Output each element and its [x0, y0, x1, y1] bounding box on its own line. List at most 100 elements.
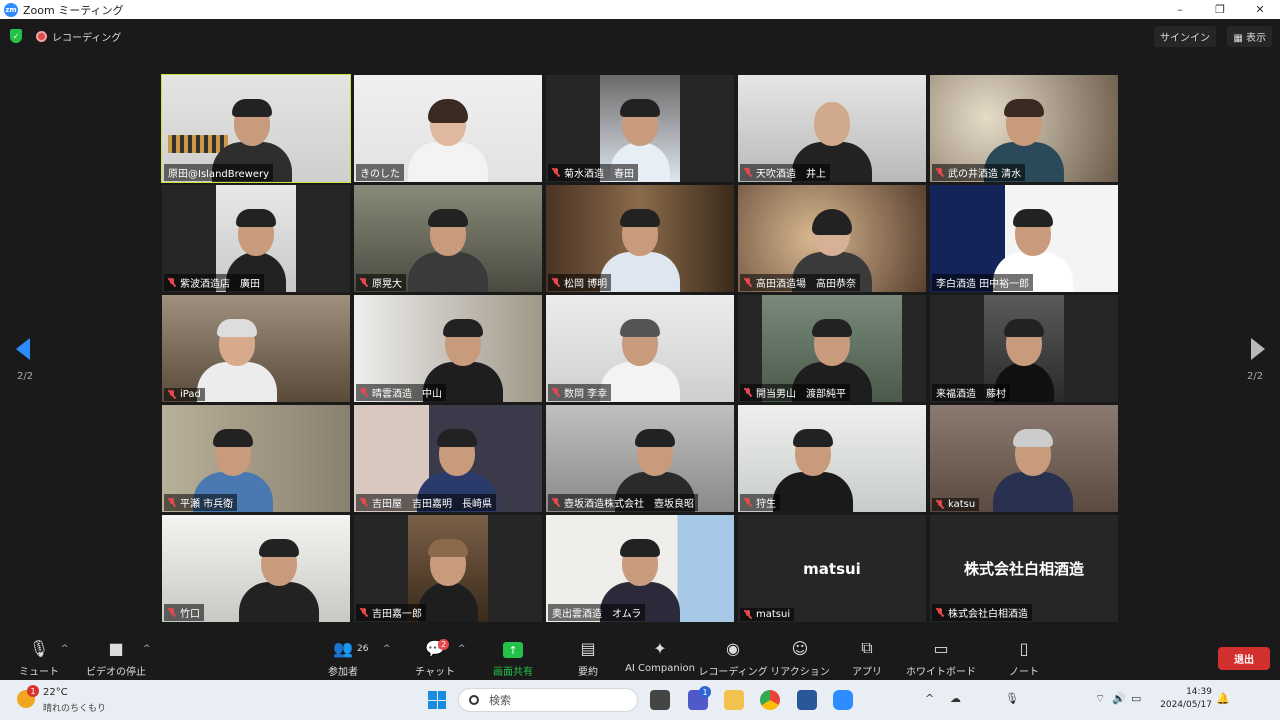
video-tile[interactable]: 奥出雲酒造 オムラ [546, 515, 734, 622]
share-screen-icon: ↑ [503, 642, 523, 658]
whiteboard-button[interactable]: ▭ ホワイトボード [906, 636, 976, 680]
muted-icon [360, 278, 368, 287]
microphone-icon: 🎙 [28, 639, 50, 658]
leave-button[interactable]: 退出 [1218, 647, 1270, 670]
participant-name: 紫波酒造店 廣田 [180, 279, 260, 290]
ai-companion-button[interactable]: ✦ AI Companion [625, 636, 695, 680]
task-view-icon[interactable] [650, 690, 670, 710]
signin-button[interactable]: サインイン [1154, 26, 1216, 47]
chat-options-caret[interactable]: ^ [458, 644, 466, 654]
video-tile[interactable]: 高田酒造場 高田恭奈 [738, 185, 926, 292]
apps-button[interactable]: ⧉ アプリ [852, 636, 882, 680]
search-placeholder: 検索 [489, 694, 511, 707]
participant-name: 開当男山 渡部純平 [756, 389, 846, 400]
video-tile[interactable]: 吉田嘉一郎 [354, 515, 542, 622]
video-tile[interactable]: matsui matsui [738, 515, 926, 622]
cloud-icon[interactable]: ☁ [950, 692, 961, 705]
video-tile[interactable]: 原晃大 [354, 185, 542, 292]
participants-button[interactable]: 👥 参加者 [324, 636, 362, 680]
video-tile[interactable]: 平瀬 市兵衛 [162, 405, 350, 512]
participant-name: 吉田屋 吉田嘉明 長崎県 [372, 499, 492, 510]
video-tile[interactable]: 数岡 李幸 [546, 295, 734, 402]
close-button[interactable]: ✕ [1240, 0, 1280, 19]
video-tile[interactable]: 李白酒造 田中裕一郎 [930, 185, 1118, 292]
prev-page-arrow[interactable] [16, 338, 30, 360]
mute-button[interactable]: 🎙 ミュート [19, 636, 59, 680]
maximize-button[interactable]: ❐ [1200, 0, 1240, 19]
muted-icon [744, 610, 752, 619]
muted-icon [552, 278, 560, 287]
chat-unread-badge: 2 [438, 639, 450, 650]
zoom-taskbar-icon[interactable] [833, 690, 853, 710]
mic-tray-icon[interactable]: 🎙 [1005, 692, 1019, 705]
stop-video-button[interactable]: ■ ビデオの停止 [86, 636, 146, 680]
video-tile[interactable]: 株式会社白相酒造 株式会社白相酒造 [930, 515, 1118, 622]
search-icon [469, 695, 479, 705]
recording-status[interactable]: レコーディング [52, 29, 121, 44]
video-tile[interactable]: 菊水酒造 春田 [546, 75, 734, 182]
ai-companion-label: AI Companion [625, 663, 695, 674]
volume-icon[interactable]: 🔊 [1112, 692, 1126, 705]
video-tile[interactable]: 武の井酒造 清水 [930, 75, 1118, 182]
video-tile[interactable]: katsu [930, 405, 1118, 512]
video-tile[interactable]: 開当男山 渡部純平 [738, 295, 926, 402]
video-label: ビデオの停止 [86, 667, 146, 678]
participants-label: 参加者 [328, 667, 358, 678]
participant-name: 数岡 李幸 [564, 389, 608, 400]
grid-icon: ▦ [1233, 33, 1246, 44]
summary-button[interactable]: ▤ 要約 [570, 636, 606, 680]
windows-start-icon[interactable] [428, 691, 446, 709]
muted-icon [360, 388, 368, 397]
share-screen-button[interactable]: ↑ 画面共有 [488, 636, 538, 680]
video-tile[interactable]: 吉田屋 吉田嘉明 長崎県 [354, 405, 542, 512]
video-tile[interactable]: 紫波酒造店 廣田 [162, 185, 350, 292]
teams-badge: 1 [699, 686, 711, 698]
reaction-button[interactable]: ☺ リアクション [770, 636, 830, 680]
battery-icon[interactable]: ▭ [1131, 692, 1141, 705]
next-page-arrow[interactable] [1251, 338, 1265, 360]
notes-icon: ▯ [1019, 639, 1029, 658]
notes-button[interactable]: ▯ ノート [1009, 636, 1039, 680]
word-icon[interactable] [797, 690, 817, 710]
video-tile[interactable]: 来福酒造 藤村 [930, 295, 1118, 402]
video-tile[interactable]: 晴雲酒造 中山 [354, 295, 542, 402]
share-label: 画面共有 [493, 667, 533, 678]
minimize-button[interactable]: – [1160, 0, 1200, 19]
mute-options-caret[interactable]: ^ [61, 644, 69, 654]
chrome-icon[interactable] [760, 690, 780, 710]
weather-description: 晴れのちくもり [43, 704, 107, 714]
record-button[interactable]: ◉ レコーディング [698, 636, 767, 680]
participant-name: 狩生 [756, 499, 776, 510]
notification-bell-icon[interactable]: 🔔 [1216, 692, 1230, 705]
video-options-caret[interactable]: ^ [143, 644, 151, 654]
video-tile[interactable]: 狩生 [738, 405, 926, 512]
security-shield-icon[interactable]: ✓ [10, 29, 22, 43]
video-tile[interactable]: 松岡 博明 [546, 185, 734, 292]
taskbar-clock[interactable]: 14:39 2024/05/17 [1160, 686, 1212, 712]
zoom-logo-icon: zm [4, 2, 18, 17]
video-tile[interactable]: 竹口 [162, 515, 350, 622]
wifi-icon[interactable]: ⌔ [1095, 692, 1105, 706]
participant-name: 天吹酒造 井上 [756, 169, 826, 180]
whiteboard-icon: ▭ [933, 639, 949, 658]
video-tile[interactable]: 原田@IslandBrewery [161, 74, 351, 183]
page-indicator-right: 2/2 [1247, 371, 1264, 382]
taskbar-search[interactable]: 検索 [458, 688, 638, 712]
video-tile[interactable]: iPad [162, 295, 350, 402]
muted-icon [744, 168, 752, 177]
participant-name: 高田酒造場 高田恭奈 [756, 279, 856, 290]
summary-label: 要約 [578, 667, 598, 678]
participants-options-caret[interactable]: ^ [383, 644, 391, 654]
meeting-toolbar: 🎙 ミュート ^ ■ ビデオの停止 ^ 👥 参加者 26 ^ 💬 チャット 2 … [0, 636, 1280, 680]
participant-name: matsui [756, 609, 791, 620]
participants-count: 26 [357, 644, 369, 654]
video-tile[interactable]: きのした [354, 75, 542, 182]
view-button[interactable]: ▦ 表示 [1227, 26, 1272, 47]
video-tile[interactable]: 壺坂酒造株式会社 壺坂良昭 [546, 405, 734, 512]
file-explorer-icon[interactable] [724, 690, 744, 710]
muted-icon [168, 498, 176, 507]
emoji-icon: ☺ [791, 639, 809, 658]
participant-name: 株式会社白相酒造 [948, 609, 1028, 620]
tray-overflow-icon[interactable]: ^ [925, 692, 934, 705]
video-tile[interactable]: 天吹酒造 井上 [738, 75, 926, 182]
